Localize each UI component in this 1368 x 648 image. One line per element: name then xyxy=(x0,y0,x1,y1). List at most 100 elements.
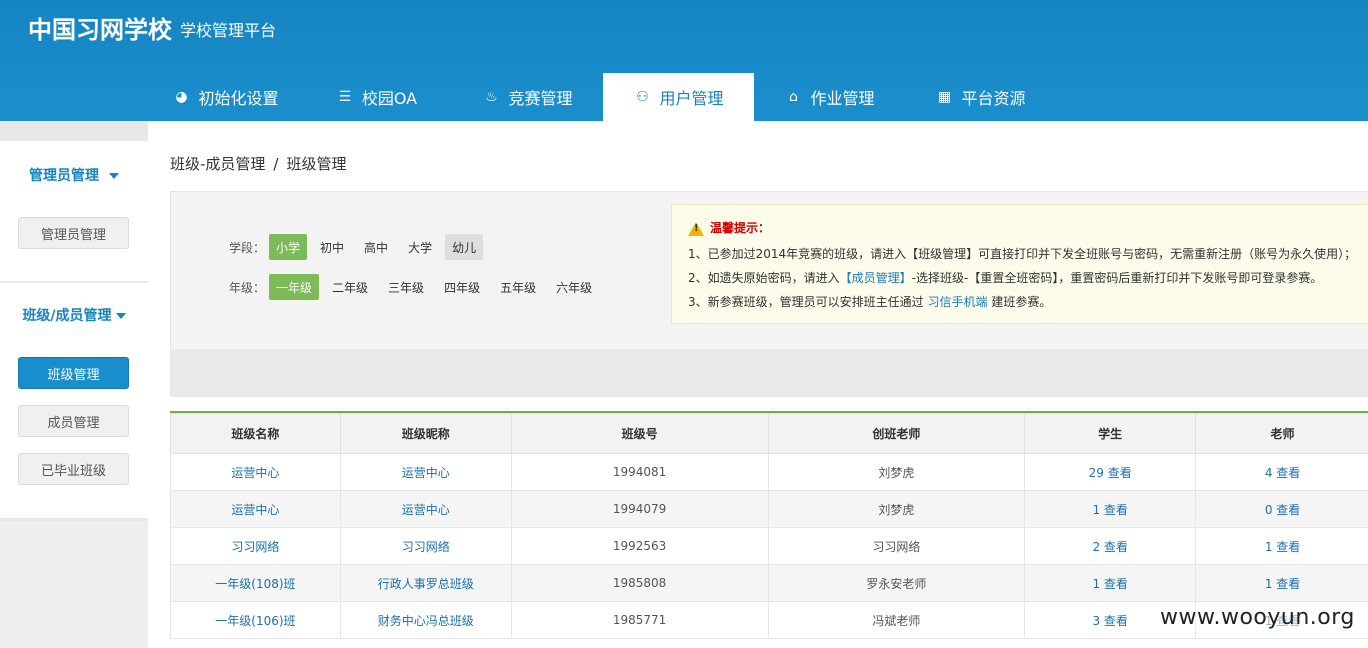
stage-label: 学段： xyxy=(229,240,266,255)
nav-homework[interactable]: ⌂ 作业管理 xyxy=(754,73,905,121)
storefront-icon: ▦ xyxy=(937,89,952,105)
breadcrumb-current: 班级管理 xyxy=(286,155,347,173)
col-class-name: 班级名称 xyxy=(170,413,341,454)
filter-actions-bar xyxy=(171,349,1368,397)
grade-filter: 年级： 一年级 二年级 三年级 四年级 五年级 六年级 xyxy=(229,274,605,300)
nav-resources[interactable]: ▦ 平台资源 xyxy=(905,73,1056,121)
view-students-link[interactable]: 查看 xyxy=(1104,577,1128,591)
stage-senior[interactable]: 高中 xyxy=(357,234,395,260)
nav-contest[interactable]: ♨ 竞赛管理 xyxy=(452,73,603,121)
member-management-link[interactable]: 【成员管理】 xyxy=(840,271,912,285)
class-nick-link[interactable]: 运营中心 xyxy=(402,466,450,480)
view-students-link[interactable]: 查看 xyxy=(1104,540,1128,554)
caret-down-icon xyxy=(109,173,119,179)
grade-2[interactable]: 二年级 xyxy=(325,274,375,300)
main-content: 班级-成员管理 / 班级管理 学段： 小学 初中 高中 大学 幼儿 年级： 一年级 … xyxy=(148,121,1368,648)
breadcrumb-parent[interactable]: 班级-成员管理 xyxy=(170,155,265,173)
table-row: 运营中心 运营中心 1994079 刘梦虎 1 查看 0 查看 xyxy=(170,490,1368,528)
grade-6[interactable]: 六年级 xyxy=(549,274,599,300)
grade-4[interactable]: 四年级 xyxy=(437,274,487,300)
caret-down-icon xyxy=(115,313,126,319)
grade-3[interactable]: 三年级 xyxy=(381,274,431,300)
view-students-link[interactable]: 查看 xyxy=(1108,466,1132,480)
col-class-nick: 班级昵称 xyxy=(339,413,512,454)
sidebar: 管理员管理 管理员管理 班级/成员管理 班级管理 成员管理 已毕业班级 xyxy=(0,121,148,521)
teacher-count: 1 xyxy=(1264,539,1273,554)
top-header: 中国习网学校 学校管理平台 ◕ 初始化设置 ☰ 校园OA ♨ 竞赛管理 ⚇ 用户管理 ⌂… xyxy=(0,0,1368,121)
list-icon: ☰ xyxy=(338,89,352,105)
class-name-link[interactable]: 运营中心 xyxy=(231,503,279,517)
view-students-link[interactable]: 查看 xyxy=(1104,614,1128,628)
nav-init-settings[interactable]: ◕ 初始化设置 xyxy=(150,73,301,121)
class-name-link[interactable]: 习习网络 xyxy=(231,540,279,554)
watermark: www.wooyun.org xyxy=(1160,605,1355,630)
table-row: 运营中心 运营中心 1994081 刘梦虎 29 查看 4 查看 xyxy=(170,453,1368,491)
stage-junior[interactable]: 初中 xyxy=(313,234,351,260)
users-icon: ⚇ xyxy=(636,89,649,105)
stage-university[interactable]: 大学 xyxy=(401,234,439,260)
col-teachers: 老师 xyxy=(1195,413,1368,454)
breadcrumb: 班级-成员管理 / 班级管理 xyxy=(170,153,347,174)
creator-teacher: 罗永安老师 xyxy=(767,564,1026,602)
class-nick-link[interactable]: 习习网络 xyxy=(402,540,450,554)
nav-campus-oa[interactable]: ☰ 校园OA xyxy=(301,73,452,121)
sidebar-bottom xyxy=(0,521,148,648)
class-name-link[interactable]: 一年级(108)班 xyxy=(215,577,295,591)
notice-title: 温馨提示： xyxy=(688,219,770,236)
col-students: 学生 xyxy=(1024,413,1197,454)
sidebar-item-member-management[interactable]: 成员管理 xyxy=(18,405,129,437)
sidebar-item-admin-management[interactable]: 管理员管理 xyxy=(18,217,129,249)
stage-kindergarten[interactable]: 幼儿 xyxy=(445,234,484,260)
stage-filter: 学段： 小学 初中 高中 大学 幼儿 xyxy=(229,234,489,260)
table-row: 一年级(108)班 行政人事罗总班级 1985808 罗永安老师 1 查看 1 … xyxy=(170,564,1368,602)
student-count: 2 xyxy=(1092,539,1101,554)
creator-teacher: 冯斌老师 xyxy=(767,601,1026,639)
creator-teacher: 刘梦虎 xyxy=(767,453,1026,491)
site-subtitle: 学校管理平台 xyxy=(180,21,277,40)
notice-box: 温馨提示： 1、已参加过2014年竞赛的班级，请进入【班级管理】可直接打印并下发… xyxy=(671,204,1368,324)
student-count: 1 xyxy=(1092,502,1101,517)
notice-line-2: 2、如遗失原始密码，请进入【成员管理】-选择班级-【重置全班密码】，重置密码后重… xyxy=(688,271,1323,285)
class-nick-link[interactable]: 行政人事罗总班级 xyxy=(378,577,474,591)
grade-1[interactable]: 一年级 xyxy=(269,274,320,300)
sidebar-admin-title[interactable]: 管理员管理 xyxy=(0,165,148,185)
table-row: 习习网络 习习网络 1992563 习习网络 2 查看 1 查看 xyxy=(170,527,1368,565)
student-count: 1 xyxy=(1092,576,1101,591)
table-header-row: 班级名称 班级昵称 班级号 创班老师 学生 老师 xyxy=(170,413,1368,454)
main-nav: ◕ 初始化设置 ☰ 校园OA ♨ 竞赛管理 ⚇ 用户管理 ⌂ 作业管理 ▦ 平台资源 xyxy=(150,73,1056,121)
site-title[interactable]: 中国习网学校 xyxy=(28,10,172,45)
filter-panel: 学段： 小学 初中 高中 大学 幼儿 年级： 一年级 二年级 三年级 四年级 五… xyxy=(170,191,1368,397)
stage-primary[interactable]: 小学 xyxy=(269,234,308,260)
grade-label: 年级： xyxy=(229,280,266,295)
notice-line-3: 3、新参赛班级，管理员可以安排班主任通过 习信手机端 建班参赛。 xyxy=(688,295,1052,309)
view-teachers-link[interactable]: 查看 xyxy=(1276,466,1300,480)
sidebar-section-admin: 管理员管理 管理员管理 xyxy=(0,141,148,281)
view-students-link[interactable]: 查看 xyxy=(1104,503,1128,517)
pie-icon: ◕ xyxy=(175,89,188,105)
class-id: 1985771 xyxy=(510,601,769,639)
view-teachers-link[interactable]: 查看 xyxy=(1276,503,1300,517)
sidebar-class-title[interactable]: 班级/成员管理 xyxy=(0,305,148,325)
sidebar-item-graduated-classes[interactable]: 已毕业班级 xyxy=(18,453,129,485)
inbox-icon: ⌂ xyxy=(789,89,798,105)
class-name-link[interactable]: 运营中心 xyxy=(231,466,279,480)
grade-5[interactable]: 五年级 xyxy=(493,274,543,300)
mobile-app-link[interactable]: 习信手机端 xyxy=(927,295,987,309)
class-name-link[interactable]: 一年级(106)班 xyxy=(215,614,295,628)
view-teachers-link[interactable]: 查看 xyxy=(1276,577,1300,591)
nav-user-management[interactable]: ⚇ 用户管理 xyxy=(603,73,754,121)
student-count: 3 xyxy=(1092,613,1101,628)
teacher-count: 4 xyxy=(1264,465,1273,480)
class-id: 1994079 xyxy=(510,490,769,528)
teacher-count: 0 xyxy=(1264,502,1273,517)
class-id: 1985808 xyxy=(510,564,769,602)
flame-icon: ♨ xyxy=(485,89,498,105)
creator-teacher: 刘梦虎 xyxy=(767,490,1026,528)
creator-teacher: 习习网络 xyxy=(767,527,1026,565)
class-id: 1992563 xyxy=(510,527,769,565)
class-nick-link[interactable]: 财务中心冯总班级 xyxy=(378,614,474,628)
warning-icon xyxy=(688,221,704,236)
sidebar-item-class-management[interactable]: 班级管理 xyxy=(18,357,129,389)
class-nick-link[interactable]: 运营中心 xyxy=(402,503,450,517)
view-teachers-link[interactable]: 查看 xyxy=(1276,540,1300,554)
